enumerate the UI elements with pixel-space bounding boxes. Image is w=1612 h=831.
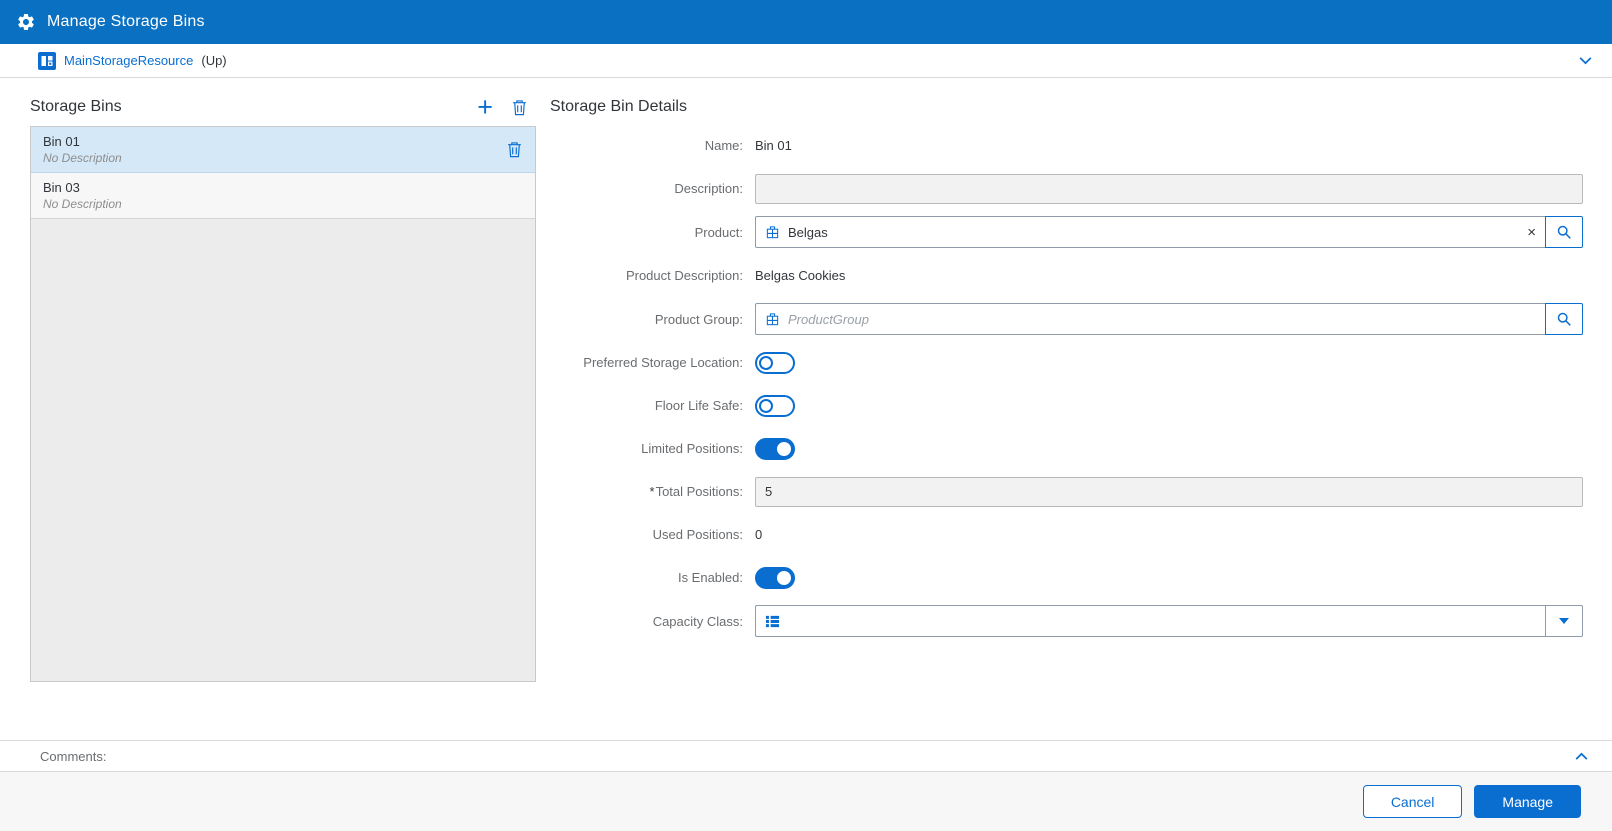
bin-item-text: Bin 01 No Description: [43, 134, 122, 165]
floor-life-safe-label: Floor Life Safe:: [654, 398, 743, 413]
breadcrumb-up-label: (Up): [201, 53, 227, 68]
limited-positions-toggle[interactable]: [755, 437, 795, 460]
product-combo: ×: [755, 216, 1583, 248]
comments-label: Comments:: [40, 748, 107, 764]
storage-resource-icon: [38, 51, 56, 70]
product-group-input[interactable]: [788, 311, 1536, 327]
magnifier-icon: [1556, 311, 1572, 327]
capacity-class-combo: [755, 605, 1583, 637]
chevron-down-icon: [1559, 618, 1569, 624]
limited-positions-row: Limited Positions:: [550, 433, 1583, 464]
product-search-button[interactable]: [1545, 216, 1583, 248]
details-title: Storage Bin Details: [550, 98, 687, 115]
comments-section: Comments:: [0, 740, 1612, 772]
storage-bin-details-panel: Storage Bin Details Name: Bin 01 Descrip…: [550, 92, 1583, 740]
limited-positions-label: Limited Positions:: [641, 441, 743, 456]
storage-bins-list: Bin 01 No Description Bin 03 No Descript…: [30, 126, 536, 682]
product-description-row: Product Description: Belgas Cookies: [550, 260, 1583, 291]
breadcrumb: MainStorageResource (Up): [0, 44, 1612, 78]
name-label: Name:: [704, 138, 743, 153]
manage-button[interactable]: Manage: [1474, 785, 1581, 818]
bin-item-text: Bin 03 No Description: [43, 180, 122, 211]
clear-icon[interactable]: ×: [1527, 225, 1536, 240]
product-group-field: [755, 303, 1546, 335]
toggle-knob: [777, 441, 791, 456]
description-input[interactable]: [755, 173, 1583, 204]
used-positions-value: 0: [755, 527, 763, 542]
product-icon: [765, 312, 780, 327]
chevron-down-icon[interactable]: [1577, 52, 1594, 69]
trash-icon: [511, 99, 528, 116]
storage-bins-actions: +: [477, 94, 536, 121]
bin-name: Bin 03: [43, 180, 80, 195]
floor-life-safe-toggle[interactable]: [755, 394, 795, 417]
capacity-class-label: Capacity Class:: [652, 613, 743, 629]
toggle-knob: [759, 355, 773, 370]
add-bin-button[interactable]: +: [477, 94, 493, 121]
footer-toolbar: Cancel Manage: [0, 772, 1612, 831]
product-label: Product:: [694, 224, 743, 240]
product-group-combo: [755, 303, 1583, 335]
product-group-label: Product Group:: [654, 311, 743, 327]
gear-icon: [16, 12, 36, 32]
preferred-storage-location-row: Preferred Storage Location:: [550, 347, 1583, 378]
delete-selected-bin-button[interactable]: [506, 141, 523, 158]
app-header: Manage Storage Bins: [0, 0, 1612, 44]
product-field: ×: [755, 216, 1546, 248]
name-value: Bin 01: [755, 138, 792, 153]
used-positions-row: Used Positions: 0: [550, 519, 1583, 550]
is-enabled-toggle[interactable]: [755, 566, 795, 589]
main-content: Storage Bins + Bin 01 No Description Bin…: [0, 78, 1612, 740]
storage-bins-title: Storage Bins: [30, 98, 122, 115]
bin-description: No Description: [43, 151, 122, 165]
is-enabled-row: Is Enabled:: [550, 562, 1583, 593]
toggle-knob: [759, 398, 773, 413]
description-label: Description:: [674, 181, 743, 196]
toggle-knob: [777, 570, 791, 585]
total-positions-label: *Total Positions:: [550, 484, 755, 499]
floor-life-safe-row: Floor Life Safe:: [550, 390, 1583, 421]
capacity-class-input[interactable]: [788, 613, 1536, 629]
is-enabled-label: Is Enabled:: [677, 570, 743, 585]
magnifier-icon: [1556, 224, 1572, 240]
cancel-button[interactable]: Cancel: [1362, 785, 1463, 818]
total-positions-row: *Total Positions:: [550, 476, 1583, 507]
list-item-bin-01[interactable]: Bin 01 No Description: [31, 127, 535, 173]
list-item-bin-03[interactable]: Bin 03 No Description: [31, 173, 535, 219]
used-positions-label: Used Positions:: [652, 527, 743, 542]
description-row: Description:: [550, 173, 1583, 204]
preferred-storage-location-toggle[interactable]: [755, 351, 795, 374]
product-row: Product: ×: [550, 216, 1583, 248]
page-title: Manage Storage Bins: [47, 13, 205, 30]
preferred-storage-location-label: Preferred Storage Location:: [583, 355, 743, 370]
storage-bins-panel: Storage Bins + Bin 01 No Description Bin…: [30, 92, 536, 740]
capacity-class-field: [755, 605, 1546, 637]
total-positions-input[interactable]: [755, 476, 1583, 507]
capacity-class-dropdown-button[interactable]: [1545, 605, 1583, 637]
list-icon: [765, 614, 780, 629]
name-row: Name: Bin 01: [550, 130, 1583, 161]
product-input[interactable]: [788, 224, 1520, 240]
product-description-value: Belgas Cookies: [755, 268, 846, 283]
total-positions-label-text: Total Positions:: [655, 484, 743, 499]
product-group-search-button[interactable]: [1545, 303, 1583, 335]
product-description-label: Product Description:: [625, 268, 743, 283]
product-icon: [765, 225, 780, 240]
storage-bins-header: Storage Bins +: [30, 92, 536, 122]
bin-description: No Description: [43, 197, 122, 211]
bin-name: Bin 01: [43, 134, 80, 149]
required-marker: *: [649, 484, 655, 499]
chevron-up-icon[interactable]: [1573, 748, 1590, 765]
breadcrumb-resource-link[interactable]: MainStorageResource: [64, 53, 193, 68]
delete-bin-button[interactable]: [511, 99, 528, 116]
capacity-class-row: Capacity Class:: [550, 605, 1583, 637]
product-group-row: Product Group:: [550, 303, 1583, 335]
